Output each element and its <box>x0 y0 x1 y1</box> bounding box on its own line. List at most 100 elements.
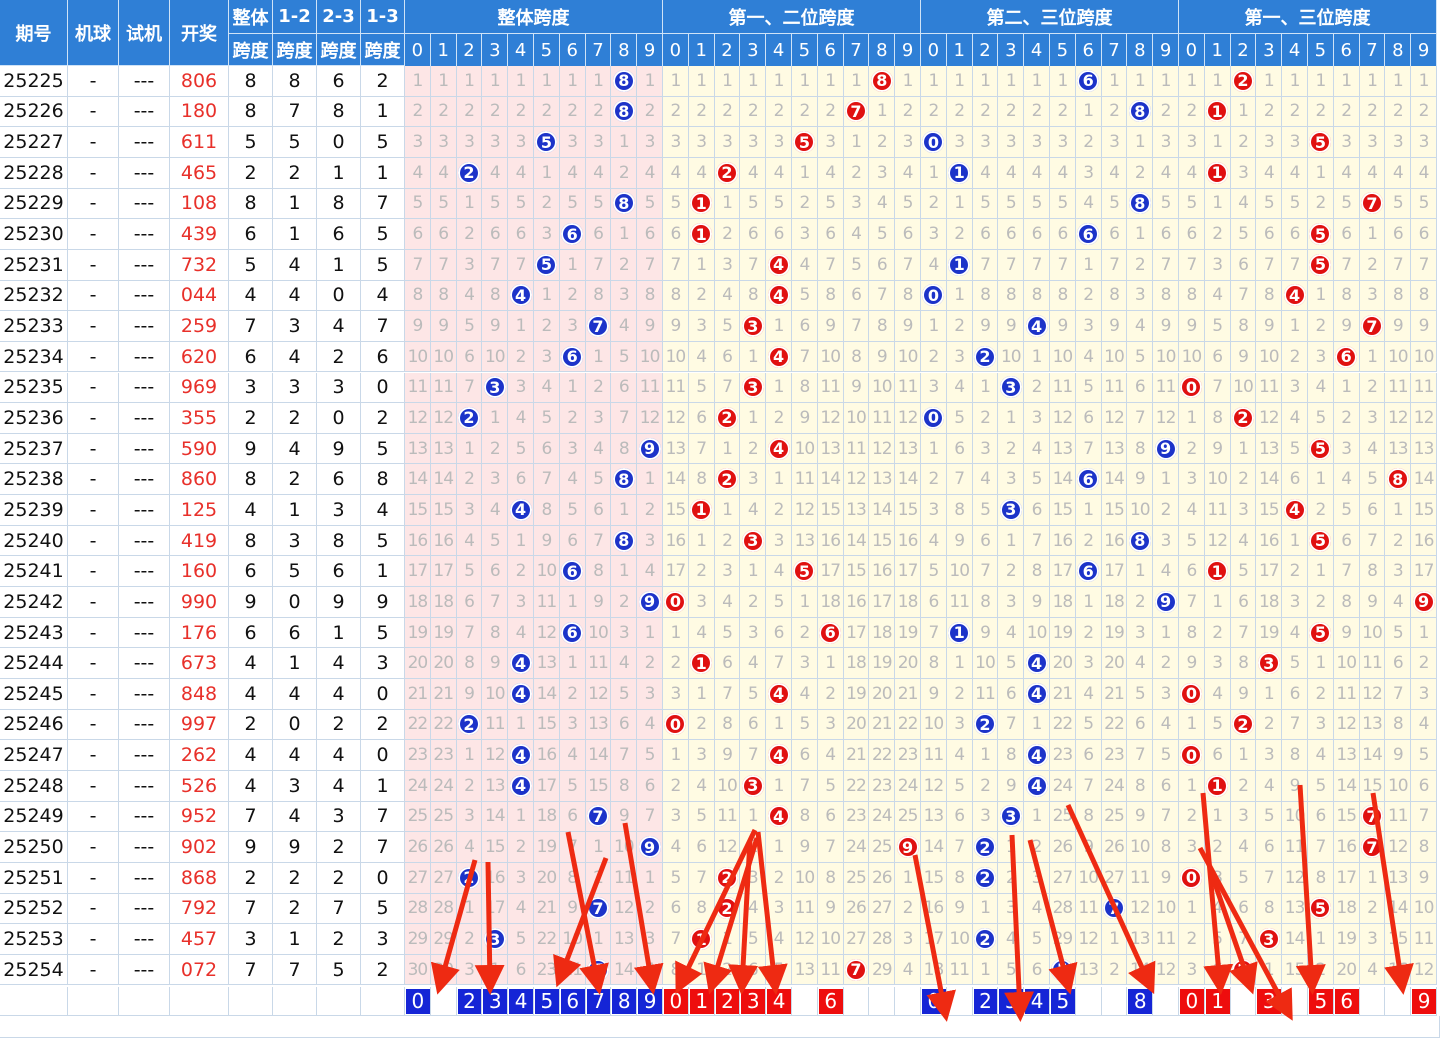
trend-cell: 4 <box>714 587 741 618</box>
trend-cell: 15 <box>1050 495 1076 526</box>
span-trend-chart: 期号 机球 试机 开奖 整体 跨度 1-2 跨度 2-3 跨度 1-3 跨度 整体跨度 0 1 2 3 4 5 6 7 8… <box>0 0 1440 1038</box>
miss-count: 2 <box>1186 806 1197 827</box>
miss-count: 4 <box>1005 929 1017 949</box>
miss-count: 13 <box>484 775 506 796</box>
trend-cell: 9 <box>1179 311 1205 342</box>
miss-count: 9 <box>1186 316 1197 336</box>
prediction-digit: 0 <box>406 988 430 1014</box>
prediction-digit: 5 <box>535 988 559 1014</box>
trend-cell: 4 <box>1230 525 1257 557</box>
row-span-s13: 7 <box>361 832 405 863</box>
trend-cell: 9 <box>1050 311 1076 342</box>
miss-count: 7 <box>1160 254 1172 275</box>
trend-cell: 9 <box>1127 464 1154 496</box>
trend-cell: 5 <box>1411 188 1437 220</box>
trend-cell: 6 <box>663 893 689 925</box>
miss-count: 3 <box>515 591 527 612</box>
miss-count: 3 <box>1289 132 1301 153</box>
miss-count: 2 <box>489 438 501 459</box>
trend-cell: 2 <box>766 495 792 526</box>
miss-count: 9 <box>1341 622 1352 643</box>
row-period: 25252 <box>0 893 68 925</box>
row-span-s: 2 <box>229 403 273 434</box>
miss-count: 4 <box>696 162 707 183</box>
miss-count: 7 <box>1263 254 1275 275</box>
trend-cell: 10 <box>1127 832 1154 863</box>
miss-count: 13 <box>407 438 429 459</box>
miss-count: 19 <box>871 653 893 674</box>
miss-count: 8 <box>464 653 475 674</box>
miss-count: 27 <box>1104 867 1125 888</box>
miss-count: 6 <box>489 224 501 245</box>
row-span-s23: 1 <box>317 249 361 281</box>
miss-count: 2 <box>902 101 914 122</box>
trend-cell: 14 <box>817 464 844 496</box>
trend-cell: 2 <box>456 403 483 434</box>
row-draw: 990 <box>170 587 229 618</box>
trend-cell: 2 <box>430 96 457 128</box>
miss-count: 1 <box>464 898 475 919</box>
trend-cell: 2 <box>1050 96 1076 128</box>
miss-count: 4 <box>773 162 785 183</box>
miss-count: 4 <box>1392 591 1404 612</box>
miss-count: 2 <box>593 377 604 398</box>
digit-header: 9 <box>637 34 663 66</box>
miss-count: 6 <box>1263 224 1275 245</box>
miss-count: 12 <box>897 407 919 428</box>
miss-count: 3 <box>876 162 888 183</box>
miss-count: 3 <box>1238 806 1249 827</box>
trend-cell: 7 <box>946 832 973 863</box>
row-span-s: 4 <box>229 740 273 771</box>
hit-ball: 2 <box>715 897 738 920</box>
hit-ball: 9 <box>638 590 661 613</box>
trend-cell: 4 <box>1153 556 1179 588</box>
miss-count: 2 <box>799 101 810 122</box>
hit-ball: 8 <box>870 69 893 92</box>
miss-count: 1 <box>696 70 707 91</box>
trend-cell: 11 <box>1153 924 1179 955</box>
trend-cell: 1 <box>688 495 715 526</box>
miss-count: 7 <box>1212 377 1223 398</box>
trend-cell: 2 <box>611 249 638 281</box>
miss-count: 2 <box>954 101 965 122</box>
trend-cell: 1 <box>714 66 741 97</box>
miss-count: 6 <box>1186 224 1197 245</box>
row-span-s12: 4 <box>273 801 317 833</box>
miss-count: 25 <box>897 806 919 827</box>
trend-cell: 2 <box>1127 157 1154 189</box>
trend-cell: 6 <box>430 219 457 250</box>
row-span-s23: 4 <box>317 311 361 342</box>
miss-count: 6 <box>1289 224 1301 245</box>
miss-count: 4 <box>1263 775 1275 796</box>
header-span-23-bottom: 跨度 <box>317 34 361 66</box>
miss-count: 1 <box>954 70 965 91</box>
trend-cell: 4 <box>559 740 586 771</box>
miss-count: 5 <box>928 561 939 582</box>
header-span-23-top: 2-3 <box>317 0 361 34</box>
trend-cell: 10 <box>972 648 999 679</box>
trend-cell: 4 <box>714 280 741 312</box>
miss-count: 7 <box>1186 591 1197 612</box>
trend-cell: 9 <box>1153 433 1179 465</box>
trend-cell: 7 <box>1230 617 1257 649</box>
miss-count: 11 <box>536 591 558 612</box>
trend-cell: 2 <box>456 96 483 128</box>
trend-cell: 9 <box>1385 740 1412 771</box>
hit-ball: 2 <box>973 866 996 889</box>
trend-cell: 11 <box>1411 372 1437 404</box>
row-tester: --- <box>119 341 170 373</box>
miss-count: 2 <box>1238 132 1249 153</box>
miss-count: 21 <box>536 898 558 919</box>
miss-count: 11 <box>1078 898 1099 919</box>
trend-cell: 2 <box>688 556 715 588</box>
miss-count: 5 <box>593 193 604 214</box>
miss-count: 8 <box>1160 285 1172 306</box>
trend-cell: 7 <box>1179 587 1205 618</box>
trend-cell: 15 <box>1385 924 1412 955</box>
miss-count: 4 <box>464 837 475 858</box>
miss-count: 10 <box>407 346 429 367</box>
miss-count: 2 <box>1160 101 1172 122</box>
miss-count: 11 <box>1129 867 1151 888</box>
miss-count: 4 <box>438 162 449 183</box>
miss-count: 9 <box>1083 837 1094 858</box>
